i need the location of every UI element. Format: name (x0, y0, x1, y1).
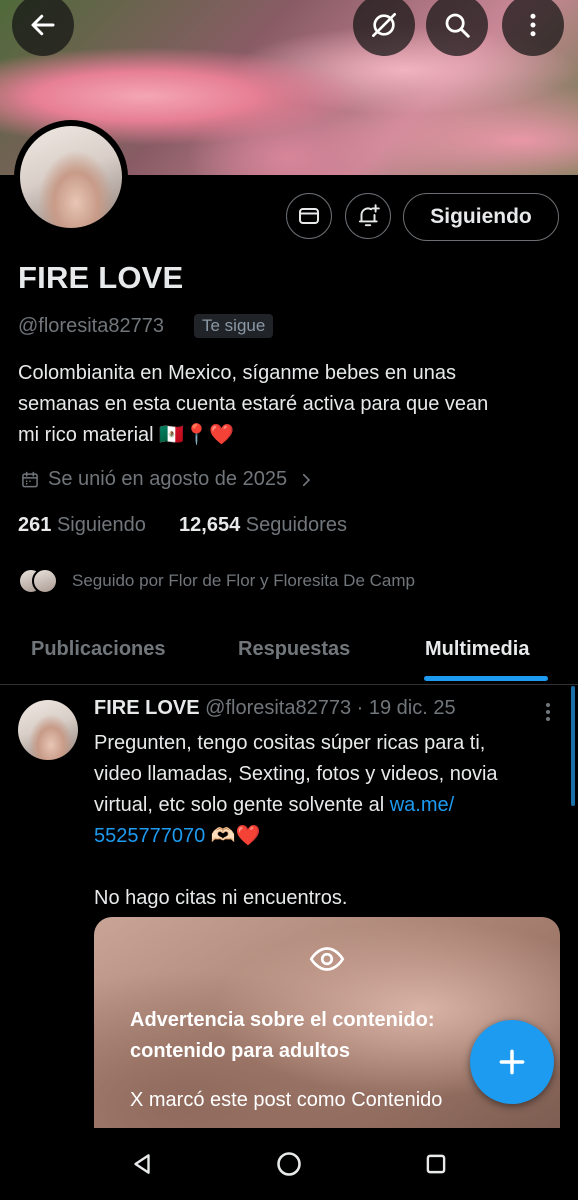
search-icon (445, 13, 470, 38)
avatar-photo (20, 126, 122, 228)
triangle-back-icon (134, 1154, 150, 1174)
chevron-right-icon (303, 473, 311, 486)
followed-by-text: Seguido por Flor de Flor y Floresita De … (72, 571, 415, 590)
joined-date-text: Se unió en agosto de 2025 (48, 468, 288, 490)
mail-icon (299, 208, 319, 224)
profile-avatar[interactable] (14, 120, 128, 234)
follows-you-badge: Te sigue (194, 314, 274, 338)
followed-by-row[interactable]: Seguido por Flor de Flor y Floresita De … (18, 568, 415, 594)
bio-line: mi rico material 🇲🇽📍❤️ (18, 424, 234, 446)
joined-date-row[interactable]: Se unió en agosto de 2025 (20, 468, 315, 491)
system-home-button[interactable] (271, 1146, 307, 1182)
following-count: 261 (18, 514, 52, 536)
profile-handle: @floresita82773 (18, 315, 164, 337)
bio-line: Colombianita en Mexico, síganme bebes en… (18, 362, 457, 384)
followers-count: 12,654 (179, 514, 241, 536)
square-recents-icon (426, 1154, 446, 1174)
post-text-segment: virtual, etc solo gente solvente al (94, 794, 390, 816)
post-more-button[interactable] (538, 700, 558, 724)
eye-icon (309, 947, 345, 971)
post-author-avatar[interactable] (18, 700, 78, 760)
arrow-left-icon (31, 14, 55, 36)
bio-line: semanas en esta cuenta estaré activa par… (18, 393, 489, 415)
post-text-line: Pregunten, tengo cositas súper ricas par… (94, 732, 486, 754)
more-vertical-icon (546, 703, 550, 721)
follower-avatar (32, 568, 58, 594)
post-text-line: No hago citas ni encuentros. (94, 887, 348, 909)
content-warning-subtitle: X marcó este post como Contenido (130, 1089, 443, 1111)
tab-respuestas[interactable]: Respuestas (238, 638, 350, 661)
following-label: Siguiendo (56, 514, 146, 536)
tab-multimedia[interactable]: Multimedia (425, 638, 529, 661)
circle-home-icon (277, 1152, 301, 1176)
calendar-icon (22, 471, 38, 487)
scrollbar[interactable] (571, 686, 575, 806)
active-tab-indicator (424, 676, 548, 681)
content-warning-title: Advertencia sobre el contenido: contenid… (130, 1009, 435, 1062)
bell-plus-icon (358, 204, 380, 227)
post-text: Pregunten, tengo cositas súper ricas par… (94, 728, 560, 914)
compose-post-button[interactable] (470, 1020, 554, 1104)
post-text-line: virtual, etc solo gente solvente al wa.m… (94, 790, 560, 821)
profile-bio: Colombianita en Mexico, síganme bebes en… (18, 358, 558, 451)
follow-stats: 261 Siguiendo 12,654 Seguidores (18, 514, 347, 537)
post-author-handle: @floresita82773 (205, 697, 352, 719)
system-recents-button[interactable] (418, 1146, 454, 1182)
post-text-line: 5525777070 🫶🏻❤️ (94, 821, 560, 852)
plus-icon (499, 1049, 525, 1075)
more-vertical-icon (530, 13, 536, 37)
system-navigation-bar (0, 1128, 578, 1200)
whatsapp-link[interactable]: wa.me/ (390, 794, 454, 816)
following-button[interactable]: Siguiendo (403, 193, 559, 241)
following-link[interactable]: 261 Siguiendo (18, 514, 146, 536)
post-date: · 19 dic. 25 (356, 697, 456, 719)
system-back-button[interactable] (124, 1146, 160, 1182)
tab-publicaciones[interactable]: Publicaciones (31, 638, 166, 661)
post-text-line: video llamadas, Sexting, fotos y videos,… (94, 763, 498, 785)
post-header: FIRE LOVE @floresita82773 · 19 dic. 25 (94, 697, 456, 720)
followers-label: Seguidores (245, 514, 347, 536)
grok-icon (372, 12, 396, 37)
notifications-button[interactable] (345, 193, 391, 239)
whatsapp-link-number[interactable]: 5525777070 (94, 825, 205, 847)
message-button[interactable] (286, 193, 332, 239)
followers-link[interactable]: 12,654 Seguidores (179, 514, 347, 536)
post-author-name[interactable]: FIRE LOVE (94, 697, 200, 719)
profile-name: FIRE LOVE (18, 260, 184, 295)
post-text-segment: 🫶🏻❤️ (205, 825, 261, 847)
